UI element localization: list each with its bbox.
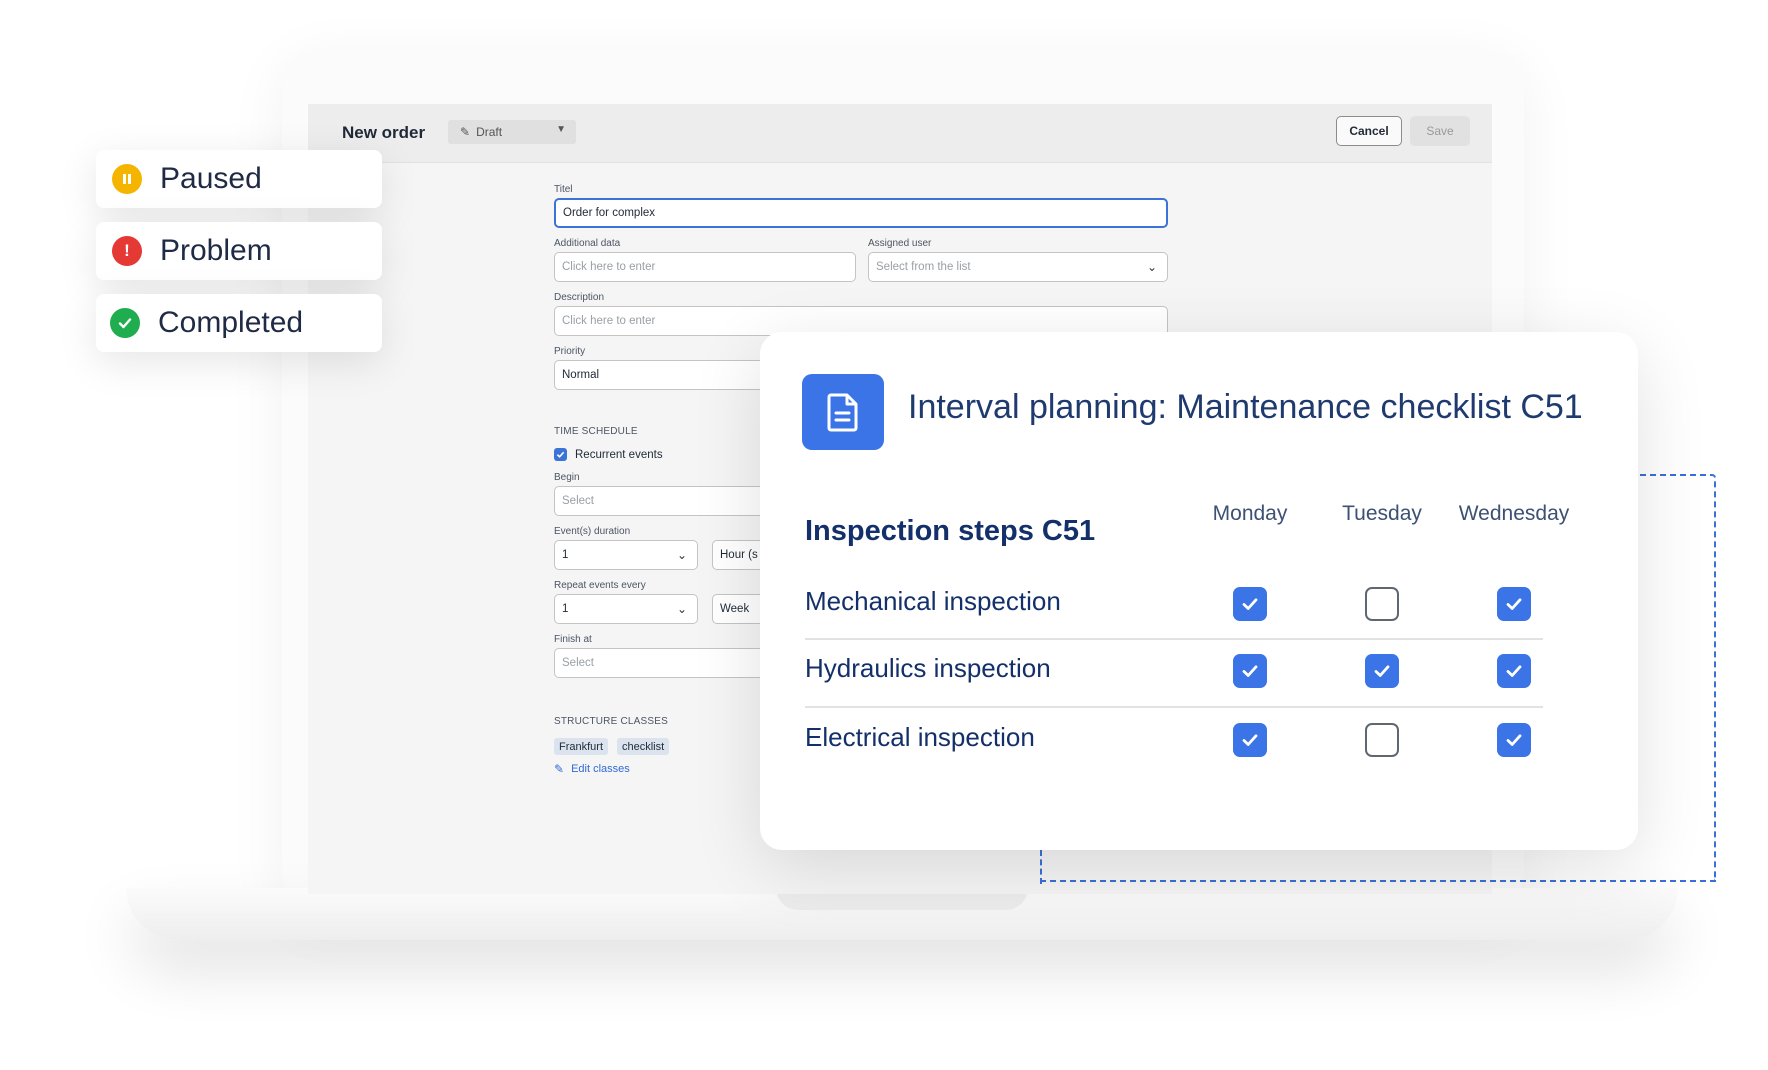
inspection-row-label: Electrical inspection: [805, 722, 1035, 752]
repeat-label: Repeat events every: [554, 580, 646, 591]
schedule-checkbox[interactable]: [1233, 723, 1267, 757]
status-select[interactable]: ✎ Draft ▼: [448, 120, 576, 144]
edit-classes-label: Edit classes: [571, 763, 630, 775]
title-input-value: Order for complex: [563, 207, 656, 219]
additional-data-label: Additional data: [554, 238, 621, 249]
schedule-checkbox[interactable]: [1497, 654, 1531, 688]
schedule-checkbox[interactable]: [1365, 587, 1399, 621]
checkmark-icon: [1506, 734, 1522, 746]
repeat-value: 1: [562, 603, 569, 615]
checkmark-icon: [1374, 665, 1390, 677]
checkmark-icon: [1242, 734, 1258, 746]
row-divider: [805, 638, 1543, 640]
duration-unit-value: Hour (s: [720, 549, 758, 561]
structure-classes-heading: STRUCTURE CLASSES: [554, 716, 668, 727]
day-header-wednesday: Wednesday: [1458, 502, 1570, 525]
assigned-user-placeholder: Select from the list: [876, 261, 971, 273]
inspection-row-label: Mechanical inspection: [805, 586, 1061, 616]
description-placeholder: Click here to enter: [562, 315, 656, 327]
priority-label: Priority: [554, 346, 586, 357]
schedule-checkbox[interactable]: [1497, 587, 1531, 621]
interval-planning-card: Interval planning: Maintenance checklist…: [760, 332, 1638, 850]
inspection-row-label: Hydraulics inspection: [805, 653, 1051, 683]
chevron-down-icon: ⌄: [676, 602, 687, 616]
exclamation-icon: !: [112, 236, 142, 266]
class-tag[interactable]: Frankfurt: [554, 738, 609, 755]
begin-placeholder: Select: [562, 495, 594, 507]
checkmark-icon: [1506, 665, 1522, 677]
priority-value: Normal: [562, 369, 600, 381]
description-label: Description: [554, 292, 605, 303]
schedule-checkbox[interactable]: [1365, 654, 1399, 688]
schedule-checkbox[interactable]: [1233, 587, 1267, 621]
status-label: Paused: [160, 162, 262, 195]
card-title: Interval planning: Maintenance checklist…: [908, 388, 1583, 426]
pause-icon: [112, 164, 142, 194]
finish-label: Finish at: [554, 634, 592, 645]
assigned-user-label: Assigned user: [868, 238, 932, 249]
chevron-down-icon: ⌄: [1146, 260, 1157, 274]
edit-icon: ✎: [460, 125, 471, 139]
begin-label: Begin: [554, 472, 580, 483]
duration-label: Event(s) duration: [554, 526, 631, 537]
checkmark-icon: [1242, 665, 1258, 677]
checkmark-icon: [1506, 598, 1522, 610]
additional-data-input[interactable]: Click here to enter: [554, 252, 856, 282]
time-schedule-heading: TIME SCHEDULE: [554, 426, 638, 437]
document-icon: [802, 374, 884, 450]
title-label: Titel: [554, 184, 573, 195]
status-label: Problem: [160, 234, 272, 267]
chevron-down-icon: ▼: [556, 124, 566, 135]
repeat-select[interactable]: 1 ⌄: [554, 594, 698, 624]
title-input[interactable]: Order for complex: [554, 198, 1168, 228]
row-divider: [805, 706, 1543, 708]
checkbox-checked-icon: [554, 448, 567, 461]
status-value: Draft: [476, 125, 503, 139]
status-badge-paused: Paused: [96, 150, 382, 208]
edit-classes-link[interactable]: ✎ Edit classes: [554, 762, 630, 776]
checkmark-icon: [1242, 598, 1258, 610]
page-title: New order: [342, 123, 426, 142]
day-header-tuesday: Tuesday: [1342, 502, 1422, 525]
recurrent-events-label: Recurrent events: [575, 448, 663, 461]
app-topbar: New order ✎ Draft ▼ Cancel Save: [308, 104, 1492, 163]
assigned-user-select[interactable]: Select from the list ⌄: [868, 252, 1168, 282]
duration-select[interactable]: 1 ⌄: [554, 540, 698, 570]
chevron-down-icon: ⌄: [676, 548, 687, 562]
class-tag[interactable]: checklist: [617, 738, 670, 755]
check-icon: [110, 308, 140, 338]
schedule-checkbox[interactable]: [1497, 723, 1531, 757]
recurrent-events-checkbox[interactable]: Recurrent events: [554, 448, 663, 461]
additional-data-placeholder: Click here to enter: [562, 261, 656, 273]
cancel-button[interactable]: Cancel: [1336, 116, 1402, 146]
dashed-outline-left: [1040, 850, 1042, 884]
inspection-steps-heading: Inspection steps C51: [805, 515, 1096, 547]
status-badge-problem: ! Problem: [96, 222, 382, 280]
day-header-monday: Monday: [1212, 502, 1288, 525]
schedule-checkbox[interactable]: [1233, 654, 1267, 688]
duration-value: 1: [562, 549, 569, 561]
finish-placeholder: Select: [562, 657, 594, 669]
status-label: Completed: [158, 306, 304, 339]
pencil-icon: ✎: [554, 762, 565, 776]
save-button[interactable]: Save: [1410, 116, 1470, 146]
status-badge-completed: Completed: [96, 294, 382, 352]
repeat-unit-value: Week: [720, 603, 750, 615]
schedule-checkbox[interactable]: [1365, 723, 1399, 757]
